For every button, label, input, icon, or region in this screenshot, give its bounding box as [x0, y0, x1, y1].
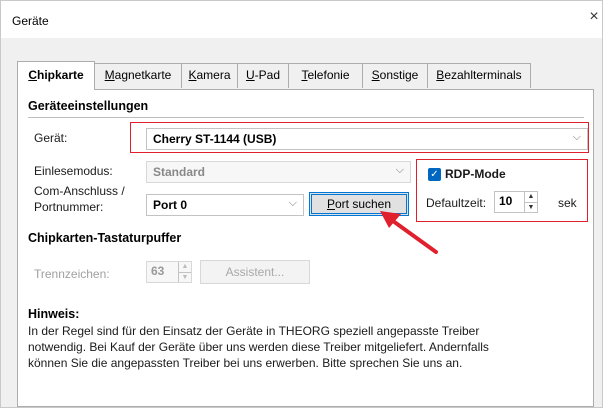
spinner-buttons: ▲ ▼ [178, 262, 191, 282]
rdp-mode-checkbox[interactable]: ✓ [428, 168, 441, 181]
chipkarte-panel: Geräteeinstellungen Gerät: Cherry ST-114… [17, 89, 594, 407]
tab-sonstige[interactable]: Sonstige [362, 63, 428, 88]
spinner-buttons: ▲ ▼ [524, 192, 537, 212]
hint-text-line2: notwendig. Bei Kauf der Geräte über uns … [28, 340, 489, 354]
tab-magnetkarte[interactable]: Magnetkarte [94, 63, 182, 88]
port-select[interactable]: Port 0 ⌵ [146, 194, 304, 216]
chevron-down-icon: ⌵ [572, 131, 581, 143]
default-time-unit: sek [558, 196, 577, 210]
default-time-spinner[interactable]: 10 ▲ ▼ [494, 191, 538, 213]
com-port-label-line2: Portnummer: [34, 200, 104, 214]
chevron-down-icon: ⌵ [395, 164, 404, 176]
tab-chipkarte[interactable]: Chipkarte [17, 61, 95, 90]
close-icon[interactable]: × [586, 7, 602, 27]
separator-label: Trennzeichen: [34, 267, 110, 281]
read-mode-select[interactable]: Standard ⌵ [146, 161, 411, 183]
red-arrow-annotation [380, 211, 438, 254]
rdp-mode-label: RDP-Mode [445, 167, 506, 181]
chevron-down-icon: ⌵ [288, 197, 297, 209]
tab-kamera[interactable]: Kamera [181, 63, 238, 88]
hint-text-line3: können Sie die angepassten Treiber bei u… [28, 356, 463, 370]
spin-down-icon[interactable]: ▼ [525, 202, 537, 212]
devices-dialog: Geräte × Chipkarte Magnetkarte Kamera U-… [0, 0, 603, 408]
spin-up-icon[interactable]: ▲ [525, 192, 537, 202]
hint-heading: Hinweis: [28, 307, 80, 321]
com-port-label-line1: Com-Anschluss / [34, 184, 125, 198]
device-label: Gerät: [34, 131, 68, 145]
title-bar: Geräte × [1, 1, 602, 38]
separator-spinner[interactable]: 63 ▲ ▼ [146, 261, 192, 283]
hint-text-line1: In der Regel sind für den Einsatz der Ge… [28, 324, 480, 338]
tab-u-pad[interactable]: U-Pad [237, 63, 289, 88]
device-settings-heading: Geräteeinstellungen [28, 99, 149, 113]
window-title: Geräte [12, 14, 49, 28]
assistant-button[interactable]: Assistent... [200, 260, 310, 284]
keyboard-buffer-heading: Chipkarten-Tastaturpuffer [28, 231, 182, 245]
tab-telefonie[interactable]: Telefonie [288, 63, 363, 88]
read-mode-label: Einlesemodus: [34, 164, 113, 178]
spin-up-icon[interactable]: ▲ [179, 262, 191, 272]
spin-down-icon[interactable]: ▼ [179, 272, 191, 282]
tab-bezahlterminals[interactable]: Bezahlterminals [427, 63, 531, 88]
device-select[interactable]: Cherry ST-1144 (USB) ⌵ [146, 128, 588, 150]
divider [28, 117, 584, 118]
